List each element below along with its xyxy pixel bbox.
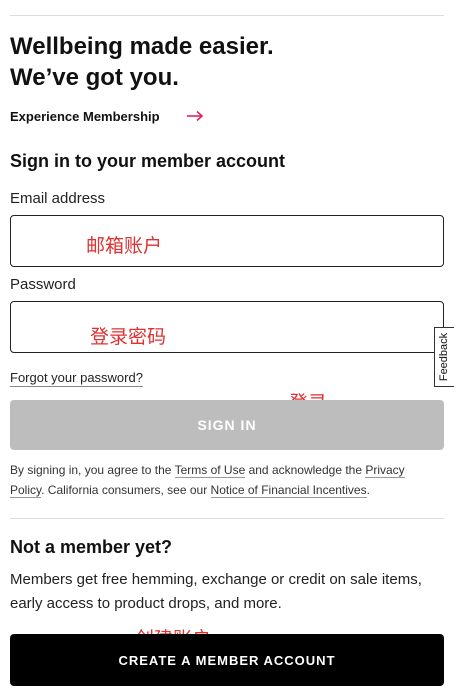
legal-text-part-1: By signing in, you agree to the <box>10 463 175 477</box>
membership-description: Members get free hemming, exchange or cr… <box>10 571 422 612</box>
sign-in-button[interactable]: SIGN IN <box>10 400 444 450</box>
feedback-label: Feedback <box>438 332 451 382</box>
signin-section-title: Sign in to your member account <box>10 151 286 171</box>
section-divider <box>10 518 444 519</box>
legal-text-part-2: and acknowledge the <box>245 463 366 477</box>
create-member-account-button[interactable]: CREATE A MEMBER ACCOUNT <box>10 634 444 686</box>
not-member-title: Not a member yet? <box>10 537 173 557</box>
email-field[interactable] <box>10 215 444 267</box>
legal-text-part-3: . California consumers, see our <box>41 483 211 497</box>
hero-title-line-1: Wellbeing made easier. <box>10 33 274 60</box>
password-field[interactable] <box>10 301 444 353</box>
legal-text: By signing in, you agree to the Terms of… <box>10 460 430 500</box>
terms-of-use-link[interactable]: Terms of Use <box>174 463 246 478</box>
financial-incentives-link[interactable]: Notice of Financial Incentives <box>210 483 367 498</box>
password-label: Password <box>10 276 76 293</box>
feedback-tab[interactable]: Feedback <box>434 327 454 387</box>
arrow-right-icon <box>186 110 203 122</box>
hero-title: Wellbeing made easier. We’ve got you. <box>10 31 430 93</box>
top-divider <box>10 15 444 16</box>
hero-title-line-2: We’ve got you. <box>10 64 179 91</box>
experience-membership-label: Experience Membership <box>10 108 160 124</box>
email-input[interactable] <box>11 216 443 266</box>
password-input[interactable] <box>11 302 443 352</box>
forgot-password-link[interactable]: Forgot your password? <box>10 370 143 387</box>
experience-membership-link[interactable]: Experience Membership <box>10 106 205 126</box>
email-label: Email address <box>10 190 106 207</box>
legal-text-part-4: . <box>366 483 370 497</box>
